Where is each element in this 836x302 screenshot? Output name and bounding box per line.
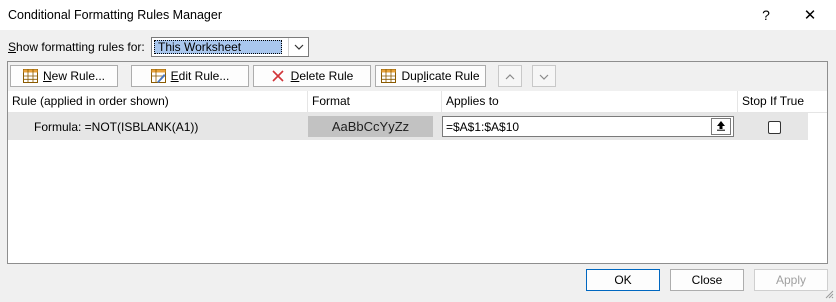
chevron-down-icon[interactable] [288, 38, 308, 56]
move-up-button[interactable] [498, 65, 522, 87]
rule-description: Formula: =NOT(ISBLANK(A1)) [34, 120, 199, 134]
collapse-dialog-icon [715, 120, 727, 134]
stop-if-true-checkbox[interactable] [768, 121, 781, 134]
chevron-down-icon [539, 69, 549, 83]
table-header: Rule (applied in order shown) Format App… [8, 91, 827, 113]
column-header-stop-if-true[interactable]: Stop If True [738, 91, 827, 112]
applies-to-field[interactable] [442, 116, 734, 137]
resize-grip-icon[interactable] [824, 288, 834, 299]
scope-label: Show formatting rules for: [8, 40, 145, 54]
table-row[interactable]: Formula: =NOT(ISBLANK(A1)) AaBbCcYyZz [8, 113, 808, 140]
duplicate-table-icon [381, 69, 397, 83]
delete-rule-button[interactable]: Delete Rule [253, 65, 371, 87]
edit-rule-button[interactable]: Edit Rule... [131, 65, 249, 87]
rules-toolbar: New Rule... Edit Rule... Delete Rule Dup… [8, 62, 827, 92]
rules-panel: New Rule... Edit Rule... Delete Rule Dup… [7, 61, 828, 264]
close-icon: ✕ [803, 7, 817, 24]
apply-button[interactable]: Apply [754, 269, 828, 291]
column-header-rule[interactable]: Rule (applied in order shown) [8, 91, 308, 112]
scope-dropdown[interactable]: This Worksheet [151, 37, 309, 57]
chevron-up-icon [505, 69, 515, 83]
title-bar: Conditional Formatting Rules Manager ? ✕ [0, 0, 836, 30]
window-title: Conditional Formatting Rules Manager [8, 8, 222, 22]
close-window-button[interactable]: ✕ [790, 3, 830, 27]
ok-button[interactable]: OK [586, 269, 660, 291]
help-icon: ? [762, 7, 770, 23]
close-button[interactable]: Close [670, 269, 744, 291]
applies-to-input[interactable] [446, 117, 706, 136]
format-preview: AaBbCcYyZz [308, 116, 433, 137]
column-header-format[interactable]: Format [308, 91, 442, 112]
move-down-button[interactable] [532, 65, 556, 87]
duplicate-rule-button[interactable]: Duplicate Rule [375, 65, 486, 87]
column-header-applies-to[interactable]: Applies to [442, 91, 738, 112]
table-grid-icon [22, 69, 38, 83]
red-x-icon [271, 69, 286, 83]
new-rule-button[interactable]: New Rule... [10, 65, 118, 87]
edit-table-icon [150, 69, 166, 83]
help-button[interactable]: ? [746, 3, 786, 27]
collapse-dialog-button[interactable] [711, 118, 731, 135]
scope-selected-value: This Worksheet [154, 40, 282, 54]
